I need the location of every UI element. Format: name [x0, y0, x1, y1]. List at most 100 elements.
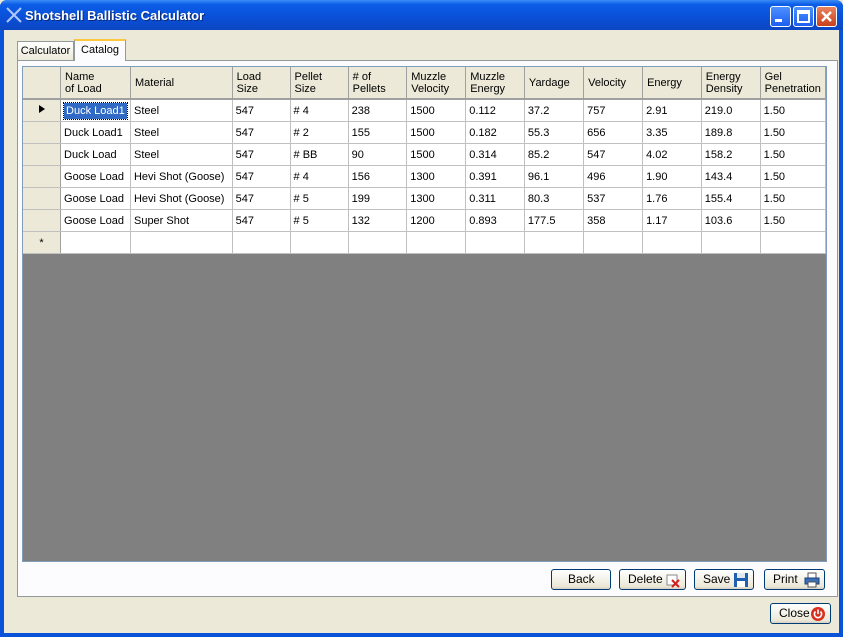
- cell-yardage[interactable]: 177.5: [524, 209, 585, 232]
- row-header[interactable]: [23, 209, 62, 232]
- new-row-cell[interactable]: [348, 231, 408, 254]
- delete-button[interactable]: Delete: [619, 569, 686, 590]
- cell-pellet-size[interactable]: # 4: [290, 165, 349, 188]
- cell-pellets[interactable]: 238: [348, 99, 408, 122]
- cell-pellets[interactable]: 155: [348, 121, 408, 144]
- cell-muzzle-energy[interactable]: 0.893: [465, 209, 525, 232]
- back-button[interactable]: Back: [551, 569, 611, 590]
- cell-energy-density[interactable]: 103.6: [701, 209, 761, 232]
- maximize-button[interactable]: [793, 6, 814, 27]
- row-header[interactable]: [23, 187, 62, 210]
- cell-yardage[interactable]: 96.1: [524, 165, 585, 188]
- table-row[interactable]: Goose Load Hevi Shot (Goose) 547 # 4 156 1300…: [23, 165, 826, 188]
- cell-name[interactable]: Goose Load: [60, 165, 131, 188]
- row-header[interactable]: [23, 121, 62, 144]
- cell-name[interactable]: Duck Load: [60, 143, 131, 166]
- cell-material[interactable]: Steel: [130, 143, 233, 166]
- cell-load-size[interactable]: 547: [232, 99, 291, 122]
- tab-calculator[interactable]: Calculator: [17, 41, 74, 61]
- cell-muzzle-velocity[interactable]: 1500: [406, 99, 467, 122]
- cell-velocity[interactable]: 496: [583, 165, 644, 188]
- cell-velocity[interactable]: 547: [583, 143, 644, 166]
- minimize-button[interactable]: [770, 6, 791, 27]
- cell-muzzle-energy[interactable]: 0.391: [465, 165, 525, 188]
- column-header-muzzle-energy[interactable]: Muzzle Energy: [465, 67, 525, 100]
- cell-muzzle-energy[interactable]: 0.112: [465, 99, 525, 122]
- cell-muzzle-velocity[interactable]: 1300: [406, 165, 467, 188]
- close-window-button[interactable]: [816, 6, 837, 27]
- title-bar[interactable]: Shotshell Ballistic Calculator: [0, 0, 843, 30]
- catalog-grid[interactable]: Name of Load Material Load Size Pellet S…: [22, 66, 827, 562]
- close-button[interactable]: Close: [770, 603, 831, 624]
- new-row-cell[interactable]: [60, 231, 131, 254]
- print-button[interactable]: Print: [764, 569, 825, 590]
- cell-material[interactable]: Super Shot: [130, 209, 233, 232]
- cell-energy[interactable]: 4.02: [642, 143, 702, 166]
- new-row-cell[interactable]: [406, 231, 467, 254]
- cell-pellets[interactable]: 132: [348, 209, 408, 232]
- new-row-cell[interactable]: [232, 231, 291, 254]
- cell-gel-penetration[interactable]: 1.50: [760, 99, 826, 122]
- cell-yardage[interactable]: 80.3: [524, 187, 585, 210]
- row-header[interactable]: [23, 99, 62, 122]
- new-row-cell[interactable]: [524, 231, 585, 254]
- column-header-velocity[interactable]: Velocity: [583, 67, 644, 100]
- cell-yardage[interactable]: 37.2: [524, 99, 585, 122]
- row-header[interactable]: [23, 143, 62, 166]
- table-row[interactable]: Duck Load1 Steel 547 # 4 238 1500 0.112 37.2 757…: [23, 99, 826, 122]
- cell-energy-density[interactable]: 219.0: [701, 99, 761, 122]
- cell-muzzle-velocity[interactable]: 1300: [406, 187, 467, 210]
- column-header-name[interactable]: Name of Load: [60, 67, 131, 100]
- column-header-pellets[interactable]: # of Pellets: [348, 67, 408, 100]
- table-row[interactable]: Goose Load Hevi Shot (Goose) 547 # 5 199 1300…: [23, 187, 826, 210]
- cell-energy-density[interactable]: 143.4: [701, 165, 761, 188]
- new-row-cell[interactable]: [583, 231, 644, 254]
- cell-pellet-size[interactable]: # 2: [290, 121, 349, 144]
- cell-gel-penetration[interactable]: 1.50: [760, 187, 826, 210]
- cell-name[interactable]: Goose Load: [60, 187, 131, 210]
- cell-material[interactable]: Hevi Shot (Goose): [130, 165, 233, 188]
- column-header-material[interactable]: Material: [130, 67, 233, 100]
- cell-velocity[interactable]: 358: [583, 209, 644, 232]
- cell-name[interactable]: Duck Load1: [60, 121, 131, 144]
- column-header-load-size[interactable]: Load Size: [232, 67, 291, 100]
- cell-velocity[interactable]: 537: [583, 187, 644, 210]
- cell-gel-penetration[interactable]: 1.50: [760, 209, 826, 232]
- cell-material[interactable]: Hevi Shot (Goose): [130, 187, 233, 210]
- cell-muzzle-velocity[interactable]: 1500: [406, 121, 467, 144]
- cell-muzzle-energy[interactable]: 0.182: [465, 121, 525, 144]
- column-header-gel-penetration[interactable]: Gel Penetration: [760, 67, 826, 100]
- row-header-corner[interactable]: [23, 67, 62, 100]
- column-header-yardage[interactable]: Yardage: [524, 67, 585, 100]
- cell-yardage[interactable]: 55.3: [524, 121, 585, 144]
- cell-energy[interactable]: 2.91: [642, 99, 702, 122]
- table-row[interactable]: Goose Load Super Shot 547 # 5 132 1200 0.893 17…: [23, 209, 826, 232]
- column-header-pellet-size[interactable]: Pellet Size: [290, 67, 349, 100]
- new-row[interactable]: *: [23, 231, 826, 254]
- cell-energy[interactable]: 1.17: [642, 209, 702, 232]
- cell-load-size[interactable]: 547: [232, 121, 291, 144]
- new-row-cell[interactable]: [465, 231, 525, 254]
- row-header[interactable]: [23, 165, 62, 188]
- cell-pellets[interactable]: 199: [348, 187, 408, 210]
- cell-energy-density[interactable]: 155.4: [701, 187, 761, 210]
- cell-energy-density[interactable]: 189.8: [701, 121, 761, 144]
- cell-pellet-size[interactable]: # 5: [290, 209, 349, 232]
- cell-gel-penetration[interactable]: 1.50: [760, 121, 826, 144]
- new-row-cell[interactable]: [290, 231, 349, 254]
- cell-muzzle-energy[interactable]: 0.314: [465, 143, 525, 166]
- cell-gel-penetration[interactable]: 1.50: [760, 165, 826, 188]
- table-row[interactable]: Duck Load1 Steel 547 # 2 155 1500 0.182 55.3 656…: [23, 121, 826, 144]
- new-row-cell[interactable]: [760, 231, 826, 254]
- cell-material[interactable]: Steel: [130, 99, 233, 122]
- save-button[interactable]: Save: [694, 569, 754, 590]
- cell-energy-density[interactable]: 158.2: [701, 143, 761, 166]
- tab-catalog[interactable]: Catalog: [74, 39, 126, 61]
- cell-name[interactable]: Duck Load1: [60, 99, 131, 122]
- cell-load-size[interactable]: 547: [232, 209, 291, 232]
- cell-yardage[interactable]: 85.2: [524, 143, 585, 166]
- cell-velocity[interactable]: 656: [583, 121, 644, 144]
- column-header-energy[interactable]: Energy: [642, 67, 702, 100]
- column-header-energy-density[interactable]: Energy Density: [701, 67, 761, 100]
- cell-load-size[interactable]: 547: [232, 143, 291, 166]
